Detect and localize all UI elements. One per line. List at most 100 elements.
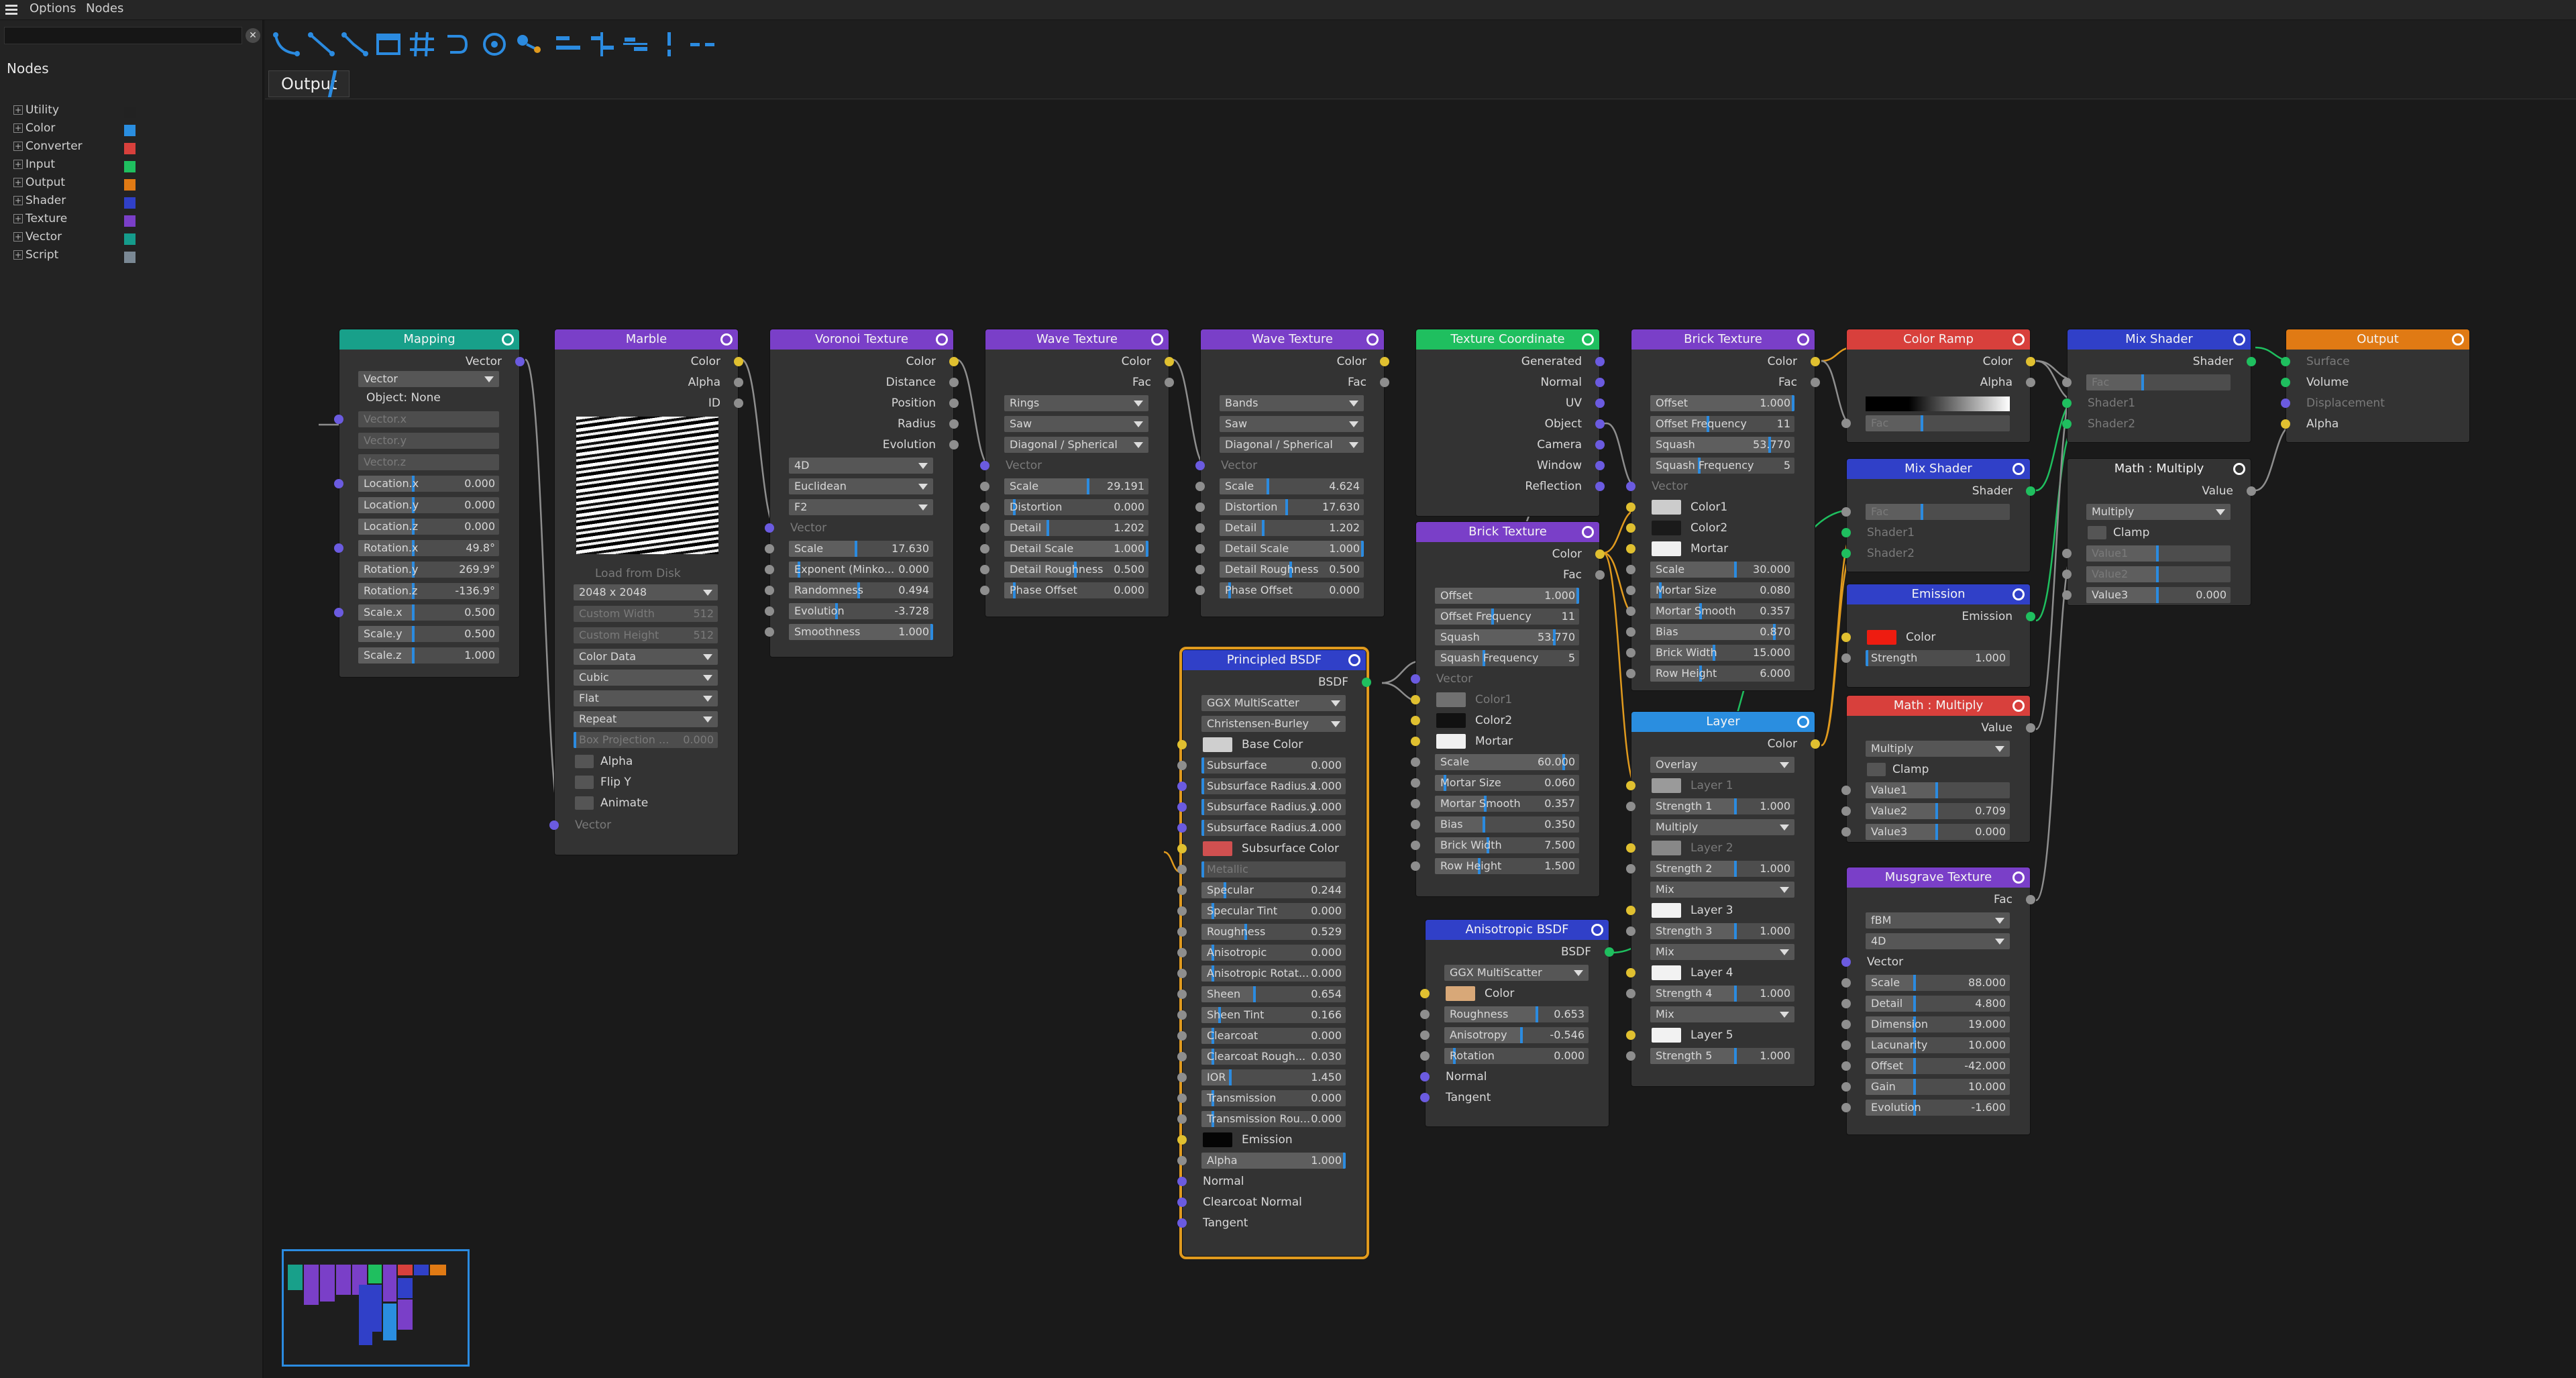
slider-value1[interactable]: Value1 [1866, 782, 2010, 798]
socket-output[interactable] [1595, 440, 1605, 449]
category-script[interactable]: + Script [13, 248, 141, 266]
node-wave2[interactable]: Wave Texture Color Fac Bands Saw Diagonal / S… [1195, 329, 1389, 617]
socket-input[interactable] [1841, 653, 1851, 663]
color-swatch[interactable] [1436, 734, 1466, 749]
socket-input[interactable] [1420, 1030, 1430, 1040]
socket-input[interactable] [549, 820, 559, 830]
slider-bias[interactable]: Bias 0.350 [1435, 816, 1579, 833]
slider-clearcoat-rough[interactable]: Clearcoat Rough... 0.030 [1201, 1049, 1346, 1065]
expand-plus-icon[interactable]: + [13, 196, 23, 205]
slider-mortar-smooth[interactable]: Mortar Smooth 0.357 [1435, 796, 1579, 812]
node-wave1[interactable]: Wave Texture Color Fac Rings Saw Diagonal / S… [980, 329, 1174, 617]
node-header[interactable]: Math : Multiply [1847, 696, 2030, 716]
socket-input[interactable] [1177, 865, 1187, 874]
socket-input[interactable] [1177, 761, 1187, 770]
slider-brick-width[interactable]: Brick Width 15.000 [1650, 645, 1794, 661]
slider-transmission-rou[interactable]: Transmission Rou... 0.000 [1201, 1111, 1346, 1127]
color-swatch[interactable] [1652, 903, 1681, 918]
slider-distortion[interactable]: Distortion 0.000 [1004, 499, 1148, 515]
checkbox-flip-y[interactable]: Flip Y [555, 773, 738, 792]
socket-input[interactable] [1841, 999, 1851, 1008]
color-swatch[interactable] [1652, 521, 1681, 535]
slider-scale-x[interactable]: Scale.x 0.500 [358, 604, 499, 621]
node-mapping[interactable]: Mapping Vector Vector Object: None Vector.x V… [334, 329, 525, 678]
socket-input[interactable] [1420, 1093, 1430, 1102]
socket-input[interactable] [1841, 978, 1851, 988]
socket-output[interactable] [734, 399, 743, 408]
slider-offset-frequency[interactable]: Offset Frequency 11 [1650, 416, 1794, 432]
slider-mortar-size[interactable]: Mortar Size 0.080 [1650, 582, 1794, 598]
slider-phase-offset[interactable]: Phase Offset 0.000 [1004, 582, 1148, 598]
node-emission[interactable]: Emission Emission Color Strength 1.000 [1841, 584, 2035, 688]
node-preview-toggle-icon[interactable] [2452, 333, 2464, 346]
socket-input[interactable] [2062, 399, 2072, 408]
socket-input[interactable] [980, 523, 989, 533]
slider-bias[interactable]: Bias 0.870 [1650, 624, 1794, 640]
socket-output[interactable] [1595, 419, 1605, 429]
socket-input[interactable] [1195, 586, 1205, 595]
expand-plus-icon[interactable]: + [13, 250, 23, 260]
socket-input[interactable] [2062, 378, 2072, 387]
expand-plus-icon[interactable]: + [13, 214, 23, 223]
socket-input[interactable] [1626, 482, 1635, 491]
slider-value2[interactable]: Value2 [2086, 566, 2231, 582]
socket-input[interactable] [2062, 590, 2072, 600]
socket-input[interactable] [2281, 419, 2290, 429]
slider-mortar-size[interactable]: Mortar Size 0.060 [1435, 775, 1579, 791]
node-header[interactable]: Mix Shader [1847, 459, 2030, 479]
color-ramp-gradient[interactable] [1866, 396, 2010, 411]
slider-scale[interactable]: Scale 4.624 [1220, 478, 1364, 494]
socket-input[interactable] [1420, 1051, 1430, 1061]
slider-rotation-x[interactable]: Rotation.x 49.8° [358, 540, 499, 556]
align-left-icon[interactable] [553, 30, 583, 59]
socket-input[interactable] [1177, 1177, 1187, 1186]
slider-subsurface-radius-z[interactable]: Subsurface Radius.z 1.000 [1201, 820, 1346, 836]
socket-output[interactable] [949, 419, 959, 429]
socket-input[interactable] [1177, 1156, 1187, 1165]
socket-input[interactable] [1841, 549, 1851, 558]
socket-output[interactable] [1811, 739, 1820, 749]
socket-output[interactable] [949, 378, 959, 387]
socket-output[interactable] [734, 357, 743, 366]
socket-input[interactable] [1177, 844, 1187, 853]
socket-input[interactable] [1626, 565, 1635, 574]
dropdown-4d[interactable]: 4D [1866, 933, 2010, 949]
node-brick2[interactable]: Brick Texture Color Fac Offset 1.000 Offset F… [1411, 521, 1605, 897]
link-angle-icon[interactable] [340, 30, 370, 59]
expand-plus-icon[interactable]: + [13, 105, 23, 115]
socket-input[interactable] [1841, 827, 1851, 837]
color-swatch[interactable] [1867, 630, 1896, 645]
slider-value3[interactable]: Value3 0.000 [1866, 824, 2010, 840]
socket-input[interactable] [1626, 1030, 1635, 1040]
node-preview-toggle-icon[interactable] [720, 333, 733, 346]
slider-strength-2[interactable]: Strength 2 1.000 [1650, 861, 1794, 877]
slider-custom-width[interactable]: Custom Width 512 [574, 606, 718, 622]
node-mixshader2[interactable]: Mix Shader Shader Fac Shader1 Shader2 [1841, 458, 2035, 572]
socket-input[interactable] [1177, 990, 1187, 999]
slider-fac[interactable]: Fac [1866, 504, 2010, 520]
socket-input[interactable] [1177, 1218, 1187, 1228]
node-voronoi[interactable]: Voronoi Texture Color Distance Position Radi… [765, 329, 959, 657]
slider-anisotropy[interactable]: Anisotropy -0.546 [1444, 1027, 1589, 1043]
socket-input[interactable] [765, 544, 774, 553]
expand-plus-icon[interactable]: + [13, 178, 23, 187]
slider-specular-tint[interactable]: Specular Tint 0.000 [1201, 903, 1346, 919]
dropdown-rings[interactable]: Rings [1004, 395, 1148, 411]
socket-input[interactable] [1420, 1010, 1430, 1019]
slider-sheen-tint[interactable]: Sheen Tint 0.166 [1201, 1007, 1346, 1023]
slider-fac[interactable]: Fac [2086, 374, 2231, 390]
category-shader[interactable]: + Shader [13, 194, 141, 211]
socket-input[interactable] [1411, 674, 1420, 684]
dropdown-mix[interactable]: Mix [1650, 944, 1794, 960]
slider-anisotropic-rotat[interactable]: Anisotropic Rotat... 0.000 [1201, 965, 1346, 982]
socket-input[interactable] [1177, 906, 1187, 916]
socket-input[interactable] [1841, 1061, 1851, 1071]
socket-input[interactable] [1841, 1082, 1851, 1092]
socket-input[interactable] [1411, 799, 1420, 808]
slider-vector-y[interactable]: Vector.y [358, 433, 499, 449]
slider-subsurface-radius-y[interactable]: Subsurface Radius.y 1.000 [1201, 799, 1346, 815]
socket-output[interactable] [2026, 723, 2035, 733]
dropdown-ggx-multiscatter[interactable]: GGX MultiScatter [1201, 695, 1346, 711]
slider-scale[interactable]: Scale 60.000 [1435, 754, 1579, 770]
slider-location-y[interactable]: Location.y 0.000 [358, 497, 499, 513]
